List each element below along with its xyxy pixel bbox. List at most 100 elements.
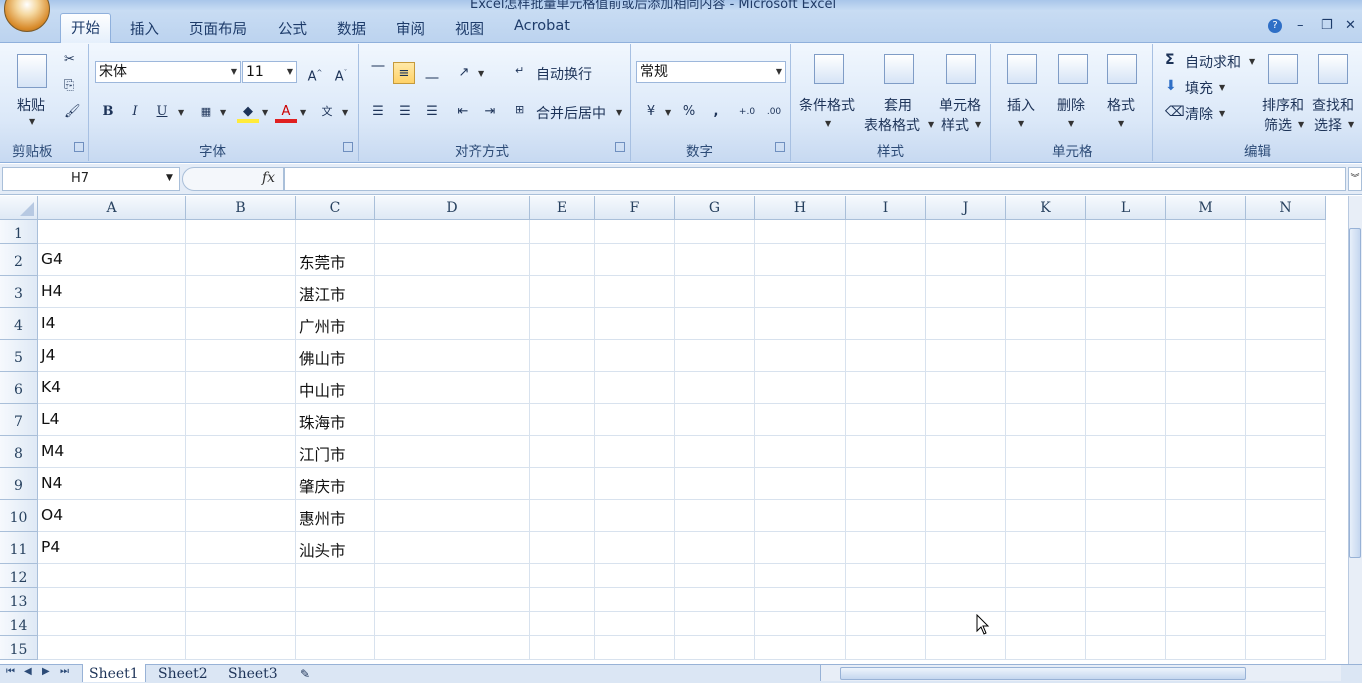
- cell-g11[interactable]: [675, 532, 755, 564]
- cell-m6[interactable]: [1166, 372, 1246, 404]
- column-header-i[interactable]: I: [846, 196, 926, 220]
- cell-k13[interactable]: [1006, 588, 1086, 612]
- cell-d14[interactable]: [375, 612, 530, 636]
- cell-k7[interactable]: [1006, 404, 1086, 436]
- column-header-d[interactable]: D: [375, 196, 530, 220]
- cell-m14[interactable]: [1166, 612, 1246, 636]
- cell-k10[interactable]: [1006, 500, 1086, 532]
- cell-m2[interactable]: [1166, 244, 1246, 276]
- cell-f15[interactable]: [595, 636, 675, 660]
- cell-n10[interactable]: [1246, 500, 1326, 532]
- cell-i3[interactable]: [846, 276, 926, 308]
- cell-i10[interactable]: [846, 500, 926, 532]
- cell-g5[interactable]: [675, 340, 755, 372]
- cell-i4[interactable]: [846, 308, 926, 340]
- cell-i6[interactable]: [846, 372, 926, 404]
- underline-dropdown-icon[interactable]: ▼: [178, 108, 184, 117]
- cell-f1[interactable]: [595, 220, 675, 244]
- cell-c6[interactable]: 中山市: [296, 372, 375, 404]
- prev-sheet-icon[interactable]: ◀: [24, 666, 32, 677]
- cell-m11[interactable]: [1166, 532, 1246, 564]
- cell-h9[interactable]: [755, 468, 846, 500]
- find-select-dropdown-icon[interactable]: ▼: [1348, 120, 1354, 129]
- cell-f3[interactable]: [595, 276, 675, 308]
- cell-e15[interactable]: [530, 636, 595, 660]
- alignment-launcher-icon[interactable]: [615, 142, 625, 152]
- cell-j10[interactable]: [926, 500, 1006, 532]
- cell-m1[interactable]: [1166, 220, 1246, 244]
- cell-a13[interactable]: [38, 588, 186, 612]
- align-middle-icon[interactable]: ≡: [393, 62, 415, 84]
- cell-f10[interactable]: [595, 500, 675, 532]
- cell-e3[interactable]: [530, 276, 595, 308]
- cell-f9[interactable]: [595, 468, 675, 500]
- cell-e2[interactable]: [530, 244, 595, 276]
- cell-h15[interactable]: [755, 636, 846, 660]
- cell-l3[interactable]: [1086, 276, 1166, 308]
- cell-e11[interactable]: [530, 532, 595, 564]
- cell-h11[interactable]: [755, 532, 846, 564]
- tab-view[interactable]: 视图: [455, 18, 484, 39]
- cell-b11[interactable]: [186, 532, 296, 564]
- row-header[interactable]: 7: [0, 404, 38, 436]
- font-color-dropdown-icon[interactable]: ▼: [300, 108, 306, 117]
- cell-f7[interactable]: [595, 404, 675, 436]
- cell-m13[interactable]: [1166, 588, 1246, 612]
- row-header[interactable]: 4: [0, 308, 38, 340]
- cell-c15[interactable]: [296, 636, 375, 660]
- autosum-button[interactable]: 自动求和: [1185, 52, 1241, 72]
- cell-g14[interactable]: [675, 612, 755, 636]
- cell-h8[interactable]: [755, 436, 846, 468]
- cell-c5[interactable]: 佛山市: [296, 340, 375, 372]
- cell-l12[interactable]: [1086, 564, 1166, 588]
- font-name-select[interactable]: 宋体 ▼: [95, 61, 241, 83]
- cell-n3[interactable]: [1246, 276, 1326, 308]
- cell-i14[interactable]: [846, 612, 926, 636]
- first-sheet-icon[interactable]: ⏮: [6, 666, 15, 677]
- cell-a2[interactable]: G4: [38, 244, 186, 276]
- cell-g3[interactable]: [675, 276, 755, 308]
- cell-d9[interactable]: [375, 468, 530, 500]
- cell-j9[interactable]: [926, 468, 1006, 500]
- cell-f14[interactable]: [595, 612, 675, 636]
- increase-indent-icon[interactable]: ⇥: [479, 101, 501, 123]
- minimize-icon[interactable]: –: [1297, 18, 1304, 33]
- number-format-select[interactable]: 常规 ▼: [636, 61, 786, 83]
- cell-j11[interactable]: [926, 532, 1006, 564]
- cell-n11[interactable]: [1246, 532, 1326, 564]
- format-cells-button[interactable]: 格式: [1107, 95, 1135, 115]
- cell-e10[interactable]: [530, 500, 595, 532]
- cell-g6[interactable]: [675, 372, 755, 404]
- tab-acrobat[interactable]: Acrobat: [514, 18, 570, 34]
- format-table-dropdown-icon[interactable]: ▼: [928, 120, 934, 129]
- cell-f12[interactable]: [595, 564, 675, 588]
- cell-styles-dropdown-icon[interactable]: ▼: [975, 120, 981, 129]
- insert-function-icon[interactable]: fx: [262, 170, 275, 186]
- cell-m5[interactable]: [1166, 340, 1246, 372]
- cell-styles-line1[interactable]: 单元格: [939, 95, 981, 115]
- italic-button[interactable]: I: [124, 101, 146, 123]
- cell-i15[interactable]: [846, 636, 926, 660]
- currency-dropdown-icon[interactable]: ▼: [665, 108, 671, 117]
- find-select-icon[interactable]: [1318, 54, 1348, 84]
- fill-dropdown-icon[interactable]: ▼: [1219, 83, 1225, 92]
- cell-j6[interactable]: [926, 372, 1006, 404]
- font-color-icon[interactable]: A: [275, 101, 297, 123]
- cell-j13[interactable]: [926, 588, 1006, 612]
- cell-b8[interactable]: [186, 436, 296, 468]
- cell-b15[interactable]: [186, 636, 296, 660]
- cell-j14[interactable]: [926, 612, 1006, 636]
- autosum-dropdown-icon[interactable]: ▼: [1249, 57, 1255, 66]
- insert-cells-button[interactable]: 插入: [1007, 95, 1035, 115]
- borders-dropdown-icon[interactable]: ▼: [220, 108, 226, 117]
- cell-c4[interactable]: 广州市: [296, 308, 375, 340]
- cell-l7[interactable]: [1086, 404, 1166, 436]
- cell-k8[interactable]: [1006, 436, 1086, 468]
- cell-f2[interactable]: [595, 244, 675, 276]
- cell-b1[interactable]: [186, 220, 296, 244]
- cell-b6[interactable]: [186, 372, 296, 404]
- cell-e9[interactable]: [530, 468, 595, 500]
- cell-c11[interactable]: 汕头市: [296, 532, 375, 564]
- cell-c2[interactable]: 东莞市: [296, 244, 375, 276]
- conditional-format-button[interactable]: 条件格式: [799, 95, 855, 115]
